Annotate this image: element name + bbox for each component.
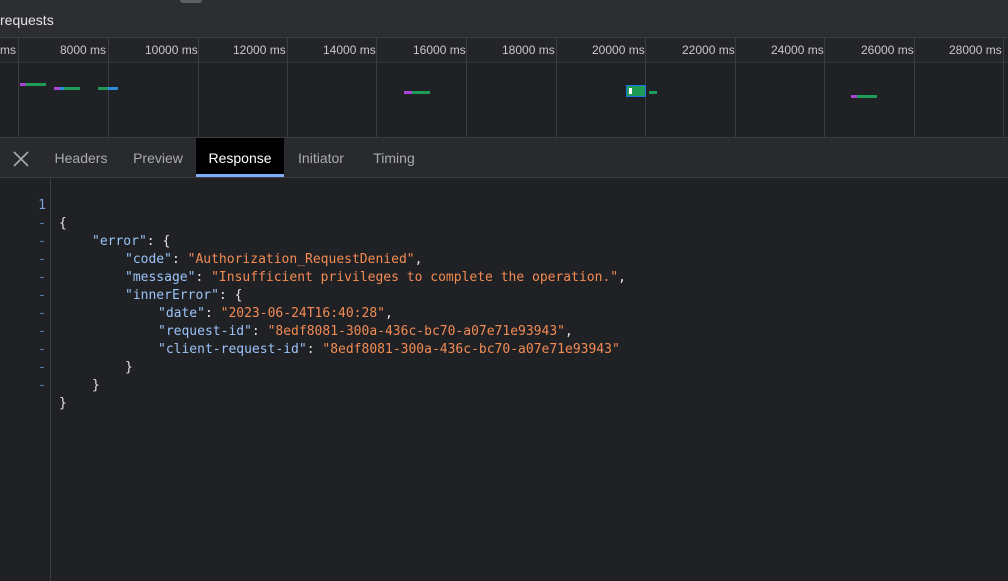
requests-title: requests	[0, 12, 54, 28]
request-bar-waiting[interactable]	[98, 87, 108, 90]
code-line: - "client-request-id": "8edf8081-300a-43…	[0, 305, 620, 357]
gridline	[1003, 38, 1004, 137]
tick-label: ms	[0, 43, 16, 57]
code-punct: : {	[218, 288, 243, 303]
request-bar-download[interactable]	[108, 87, 118, 90]
gridline	[466, 38, 467, 137]
json-value: "8edf8081-300a-436c-bc70-a07e71e93943"	[322, 342, 620, 357]
tab-preview[interactable]: Preview	[122, 138, 194, 177]
code-line: - "innerError": {	[0, 251, 242, 303]
code-line: - }	[0, 359, 67, 411]
tick-label: 24000 ms	[771, 43, 824, 57]
json-key: "client-request-id"	[158, 342, 307, 357]
code-line: - "request-id": "8edf8081-300a-436c-bc70…	[0, 287, 573, 339]
code-text: }	[59, 396, 67, 411]
code-punct: :	[251, 324, 268, 339]
code-punct: ,	[414, 252, 423, 267]
tick-label: 26000 ms	[861, 43, 914, 57]
code-line: - }	[0, 341, 100, 393]
tab-response[interactable]: Response	[196, 138, 284, 177]
gridline	[287, 38, 288, 137]
tick-label: 18000 ms	[502, 43, 555, 57]
request-bar-waiting[interactable]	[64, 87, 80, 90]
code-line: - "message": "Insufficient privileges to…	[0, 233, 626, 285]
requests-header: requests	[0, 0, 1008, 38]
tick-label: 20000 ms	[592, 43, 645, 57]
tick-label: 14000 ms	[323, 43, 376, 57]
gridline	[824, 38, 825, 137]
json-value: "Authorization_RequestDenied"	[187, 252, 415, 267]
scroll-handle[interactable]	[180, 0, 202, 3]
request-bar-waiting[interactable]	[857, 95, 877, 98]
code-punct: ,	[385, 306, 393, 321]
tab-initiator[interactable]: Initiator	[286, 138, 356, 177]
tick-label: 28000 ms	[949, 43, 1002, 57]
json-value: "8edf8081-300a-436c-bc70-a07e71e93943"	[267, 324, 565, 339]
tick-label: 22000 ms	[682, 43, 735, 57]
json-key: "date"	[158, 306, 205, 321]
gridline	[735, 38, 736, 137]
response-viewer[interactable]: 1 { - "error": { - "code": "Authorizatio…	[0, 178, 1008, 581]
gridline	[914, 38, 915, 137]
code-punct: ,	[618, 270, 626, 285]
code-punct: :	[306, 342, 323, 357]
tick-label: 10000 ms	[145, 43, 198, 57]
code-punct: :	[204, 306, 221, 321]
details-tabbar: Headers Preview Response Initiator Timin…	[0, 138, 1008, 178]
selected-marker-inner	[629, 88, 632, 94]
code-text: }	[92, 378, 100, 393]
tick-label: 16000 ms	[413, 43, 466, 57]
request-bar-queue[interactable]	[404, 91, 412, 94]
json-value: "Insufficient privileges to complete the…	[211, 270, 619, 285]
timeline-ruler: ms 8000 ms 10000 ms 12000 ms 14000 ms 16…	[0, 38, 1008, 63]
json-key: "error"	[92, 234, 147, 249]
tab-headers[interactable]: Headers	[44, 138, 118, 177]
json-key: "request-id"	[158, 324, 252, 339]
gridline	[18, 38, 19, 137]
network-timeline-overview[interactable]: ms 8000 ms 10000 ms 12000 ms 14000 ms 16…	[0, 38, 1008, 138]
tab-timing[interactable]: Timing	[362, 138, 426, 177]
json-value: "2023-06-24T16:40:28"	[220, 306, 385, 321]
line-number: -	[38, 378, 46, 393]
json-key: "message"	[125, 270, 196, 285]
tick-label: 12000 ms	[233, 43, 286, 57]
code-punct: :	[195, 270, 212, 285]
code-line: - "code": "Authorization_RequestDenied",	[0, 215, 422, 267]
code-line: - "date": "2023-06-24T16:40:28",	[0, 269, 393, 321]
code-punct: : {	[146, 234, 171, 249]
code-text: {	[59, 216, 67, 231]
tick-label: 8000 ms	[60, 43, 107, 57]
code-line: - }	[0, 323, 133, 375]
close-icon[interactable]	[10, 148, 32, 170]
code-punct: ,	[565, 324, 573, 339]
selected-request-marker[interactable]	[626, 85, 646, 97]
code-line: 1 {	[0, 179, 67, 231]
code-text: }	[125, 360, 133, 375]
request-bar-waiting[interactable]	[26, 83, 46, 86]
gridline	[198, 38, 199, 137]
json-key: "innerError"	[125, 288, 219, 303]
request-bar-waiting[interactable]	[412, 91, 430, 94]
gridline	[556, 38, 557, 137]
request-bar-waiting[interactable]	[649, 91, 657, 94]
json-key: "code"	[125, 252, 172, 267]
code-punct: :	[171, 252, 188, 267]
gridline	[376, 38, 377, 137]
code-line: - "error": {	[0, 197, 170, 249]
